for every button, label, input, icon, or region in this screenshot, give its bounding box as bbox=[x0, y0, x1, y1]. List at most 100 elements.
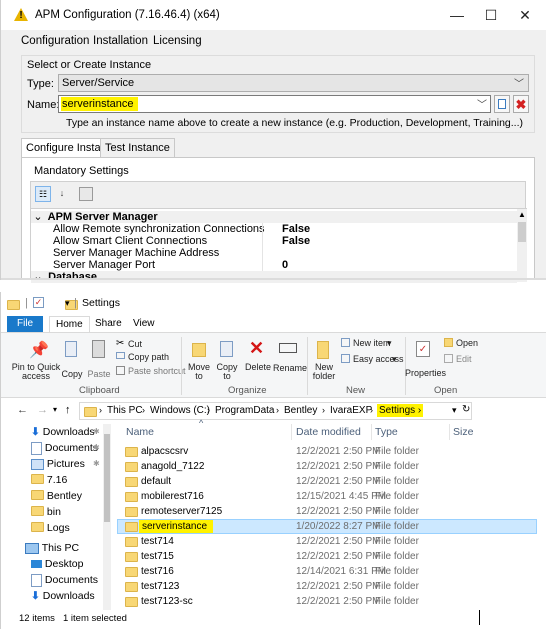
tab-file[interactable]: File bbox=[7, 316, 44, 332]
chevron-up-icon: ▲ bbox=[518, 210, 526, 219]
edit-button[interactable]: Edit bbox=[456, 354, 472, 364]
delete-button[interactable]: Delete bbox=[244, 363, 272, 372]
chevron-down-icon: ▾ bbox=[387, 338, 392, 348]
breadcrumb-settings-label: Settings bbox=[379, 405, 416, 416]
scroll-thumb[interactable] bbox=[104, 434, 110, 522]
nav-item-documents[interactable]: Documents ✱ bbox=[31, 440, 100, 456]
chevron-down-icon[interactable]: ▾ bbox=[452, 405, 457, 416]
nav-label: Pictures bbox=[46, 458, 85, 470]
move-to-button[interactable]: Move to bbox=[185, 363, 213, 381]
property-name: Allow Remote synchronization Connections bbox=[53, 223, 265, 235]
menu-licensing[interactable]: Licensing bbox=[153, 35, 202, 47]
nav-item-documents-pc[interactable]: Documents bbox=[31, 572, 98, 588]
file-row[interactable]: test7123-sc 12/2/2021 2:50 PM File folde… bbox=[117, 594, 537, 609]
property-name: Server Manager Port bbox=[53, 259, 156, 271]
folder-icon bbox=[125, 462, 138, 472]
chevron-down-icon: ▾ bbox=[392, 354, 397, 364]
properties-qat-icon[interactable]: ✓ bbox=[33, 297, 44, 308]
file-date: 12/2/2021 2:50 PM bbox=[296, 536, 381, 547]
back-arrow-icon[interactable]: ← bbox=[17, 404, 28, 416]
file-row[interactable]: anagold_7122 12/2/2021 2:50 PM File fold… bbox=[117, 459, 537, 474]
chevron-down-icon[interactable]: ▾ bbox=[53, 405, 57, 414]
up-arrow-icon[interactable]: ↑ bbox=[65, 404, 71, 416]
address-bar[interactable]: › This PC › Windows (C:) › ProgramData ›… bbox=[79, 402, 472, 420]
cut-button[interactable]: Cut bbox=[128, 339, 142, 349]
type-select[interactable]: Server/Service ﹀ bbox=[58, 74, 529, 92]
file-row[interactable]: mobilerest716 12/15/2021 4:45 PM File fo… bbox=[117, 489, 537, 504]
copy-path-button[interactable]: Copy path bbox=[128, 352, 169, 362]
chevron-right-icon: › bbox=[99, 405, 102, 415]
grid-row[interactable]: Server Manager Port 0 bbox=[31, 259, 517, 271]
breadcrumb-ivaraexp[interactable]: IvaraEXP bbox=[330, 405, 372, 416]
move-to-icon bbox=[192, 343, 206, 357]
pin-to-quick-access-button[interactable]: Pin to Quick access bbox=[11, 363, 61, 381]
categorized-icon[interactable]: ☷ bbox=[35, 186, 51, 202]
nav-item-downloads[interactable]: ⬇ Downloads ✱ bbox=[31, 424, 100, 440]
chevron-down-icon[interactable]: ▾ bbox=[65, 298, 70, 309]
file-row[interactable]: alpacscsrv 12/2/2021 2:50 PM File folder bbox=[117, 444, 537, 459]
file-row[interactable]: test715 12/2/2021 2:50 PM File folder bbox=[117, 549, 537, 564]
property-pages-icon[interactable] bbox=[79, 187, 93, 201]
nav-item-this-pc[interactable]: This PC bbox=[25, 540, 79, 556]
nav-scrollbar[interactable] bbox=[103, 424, 111, 610]
nav-item-pictures[interactable]: Pictures ✱ bbox=[31, 456, 100, 472]
open-button[interactable]: Open bbox=[456, 338, 478, 348]
refresh-icon[interactable]: ↻ bbox=[462, 404, 470, 415]
file-date: 12/2/2021 2:50 PM bbox=[296, 506, 381, 517]
minimize-button[interactable]: — bbox=[447, 6, 467, 24]
column-header-size[interactable]: Size bbox=[453, 426, 473, 438]
sort-alphabetical-icon[interactable]: ↓ bbox=[54, 186, 70, 202]
new-folder-button[interactable]: New folder bbox=[310, 363, 338, 381]
file-row[interactable]: test714 12/2/2021 2:50 PM File folder bbox=[117, 534, 537, 549]
nav-item-downloads-pc[interactable]: ⬇ Downloads bbox=[31, 588, 95, 604]
properties-button[interactable]: Properties bbox=[405, 368, 446, 378]
breadcrumb-bentley[interactable]: Bentley bbox=[284, 405, 317, 416]
file-row-selected[interactable]: serverinstance 1/20/2022 8:27 PM File fo… bbox=[117, 519, 537, 534]
rename-button[interactable]: Rename bbox=[273, 363, 307, 373]
folder-icon bbox=[125, 507, 138, 517]
paste-shortcut-button[interactable]: Paste shortcut bbox=[128, 366, 186, 376]
nav-item-7-16[interactable]: 7.16 bbox=[31, 472, 67, 488]
grid-category-database[interactable]: ⌄ Database bbox=[31, 271, 517, 283]
ribbon-tabs: File Home Share View bbox=[1, 316, 546, 333]
paste-button[interactable]: Paste bbox=[87, 369, 111, 379]
name-input[interactable]: serverinstance ﹀ bbox=[58, 95, 491, 113]
copy-button[interactable]: Copy bbox=[61, 369, 83, 379]
nav-item-bentley[interactable]: Bentley bbox=[31, 488, 82, 504]
breadcrumb-this-pc[interactable]: This PC bbox=[107, 405, 143, 416]
breadcrumb-windows-c[interactable]: Windows (C:) bbox=[150, 405, 210, 416]
maximize-button[interactable]: ☐ bbox=[481, 6, 501, 24]
column-header-type[interactable]: Type bbox=[375, 426, 398, 438]
tab-view[interactable]: View bbox=[127, 316, 161, 332]
menu-configuration[interactable]: Configuration bbox=[21, 35, 89, 47]
delete-instance-button[interactable]: ✖ bbox=[513, 95, 529, 113]
file-date: 12/15/2021 4:45 PM bbox=[296, 491, 387, 502]
file-row[interactable]: remoteserver7125 12/2/2021 2:50 PM File … bbox=[117, 504, 537, 519]
column-header-name[interactable]: Name bbox=[126, 426, 154, 438]
column-header-date[interactable]: Date modified bbox=[296, 426, 361, 438]
grid-row[interactable]: Server Manager Machine Address bbox=[31, 247, 517, 259]
nav-item-logs[interactable]: Logs bbox=[31, 520, 70, 536]
grid-row[interactable]: Allow Smart Client Connections False bbox=[31, 235, 517, 247]
copy-to-button[interactable]: Copy to bbox=[213, 363, 241, 381]
file-row[interactable]: test7123 12/2/2021 2:50 PM File folder bbox=[117, 579, 537, 594]
grid-row[interactable]: Allow Remote synchronization Connections… bbox=[31, 223, 517, 235]
file-name: serverinstance bbox=[139, 520, 214, 533]
grid-scrollbar[interactable]: ▲ bbox=[517, 209, 527, 282]
scroll-thumb[interactable] bbox=[518, 222, 526, 242]
new-item-button[interactable]: New item bbox=[353, 338, 391, 348]
tab-share[interactable]: Share bbox=[89, 316, 128, 332]
copy-instance-button[interactable] bbox=[494, 95, 510, 113]
close-button[interactable]: ✕ bbox=[515, 6, 535, 24]
menu-installation[interactable]: Installation bbox=[93, 35, 148, 47]
breadcrumb-programdata[interactable]: ProgramData bbox=[215, 405, 274, 416]
file-row[interactable]: default 12/2/2021 2:50 PM File folder bbox=[117, 474, 537, 489]
grid-category-apm-server-manager[interactable]: ⌄ APM Server Manager bbox=[31, 211, 517, 223]
tab-home[interactable]: Home bbox=[49, 316, 90, 333]
file-name: test715 bbox=[141, 551, 174, 562]
nav-item-bin[interactable]: bin bbox=[31, 504, 61, 520]
file-row[interactable]: test716 12/14/2021 6:31 PM File folder bbox=[117, 564, 537, 579]
nav-item-desktop[interactable]: Desktop bbox=[31, 556, 83, 572]
forward-arrow-icon[interactable]: → bbox=[37, 404, 48, 416]
breadcrumb-settings[interactable]: Settings › bbox=[377, 404, 424, 417]
